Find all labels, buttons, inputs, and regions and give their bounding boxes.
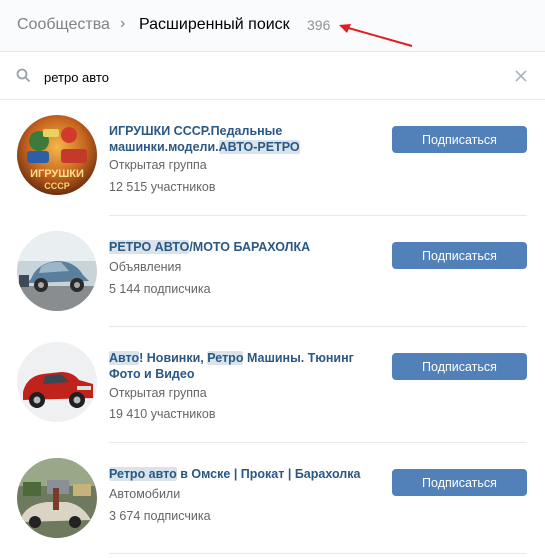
svg-text:ИГРУШКИ: ИГРУШКИ: [30, 168, 84, 180]
search-bar: [0, 52, 545, 100]
avatar[interactable]: [17, 458, 97, 538]
search-input[interactable]: [44, 67, 484, 87]
title-text: /МОТО БАРАХОЛКА: [189, 240, 311, 254]
clear-search-icon[interactable]: [515, 70, 527, 82]
group-avatar-image: [17, 231, 97, 311]
title-text: в Омске | Прокат | Барахолка: [176, 467, 361, 481]
subscribe-button[interactable]: Подписаться: [392, 353, 527, 380]
members-count: 12 515 участников: [109, 180, 216, 194]
divider: [109, 215, 527, 216]
search-icon: [16, 68, 30, 82]
svg-text:СССР: СССР: [44, 181, 70, 191]
breadcrumb-communities[interactable]: Сообщества: [17, 16, 110, 34]
title-highlight: Ретро: [207, 351, 244, 365]
group-title[interactable]: ИГРУШКИ СССР.Педальные машинки.модели.АВ…: [109, 123, 374, 155]
group-type: Открытая группа: [109, 386, 207, 400]
group-title[interactable]: Ретро авто в Омске | Прокат | Барахолка: [109, 466, 374, 482]
title-highlight: АВТО-РЕТРО: [218, 140, 300, 154]
avatar[interactable]: [17, 342, 97, 422]
members-count: 3 674 подписчика: [109, 509, 211, 523]
avatar[interactable]: [17, 231, 97, 311]
red-arrow-annotation-icon: [339, 24, 413, 47]
members-count: 5 144 подписчика: [109, 282, 211, 296]
page-title: Расширенный поиск: [139, 16, 290, 33]
group-avatar-image: [17, 458, 97, 538]
title-highlight: Авто: [109, 351, 140, 365]
group-type: Открытая группа: [109, 158, 207, 172]
divider: [109, 553, 527, 554]
results-count: 396: [307, 17, 331, 33]
subscribe-button[interactable]: Подписаться: [392, 126, 527, 153]
divider: [109, 326, 527, 327]
group-avatar-image: [17, 342, 97, 422]
avatar[interactable]: ИГРУШКИ СССР: [17, 115, 97, 195]
group-avatar-image: ИГРУШКИ СССР: [17, 115, 97, 195]
group-type: Автомобили: [109, 487, 181, 501]
page-header: Сообщества › Расширенный поиск 396: [0, 0, 545, 52]
subscribe-button[interactable]: Подписаться: [392, 469, 527, 496]
members-count: 19 410 участников: [109, 407, 216, 421]
subscribe-button[interactable]: Подписаться: [392, 242, 527, 269]
breadcrumb-separator: ›: [120, 15, 126, 32]
group-title[interactable]: Авто! Новинки, Ретро Машины. Тюнинг Фото…: [109, 350, 374, 382]
title-highlight: Ретро авто: [109, 467, 177, 481]
title-text: ! Новинки,: [139, 351, 208, 365]
title-highlight: РЕТРО АВТО: [109, 240, 190, 254]
group-title[interactable]: РЕТРО АВТО/МОТО БАРАХОЛКА: [109, 239, 374, 255]
divider: [109, 442, 527, 443]
group-type: Объявления: [109, 260, 182, 274]
